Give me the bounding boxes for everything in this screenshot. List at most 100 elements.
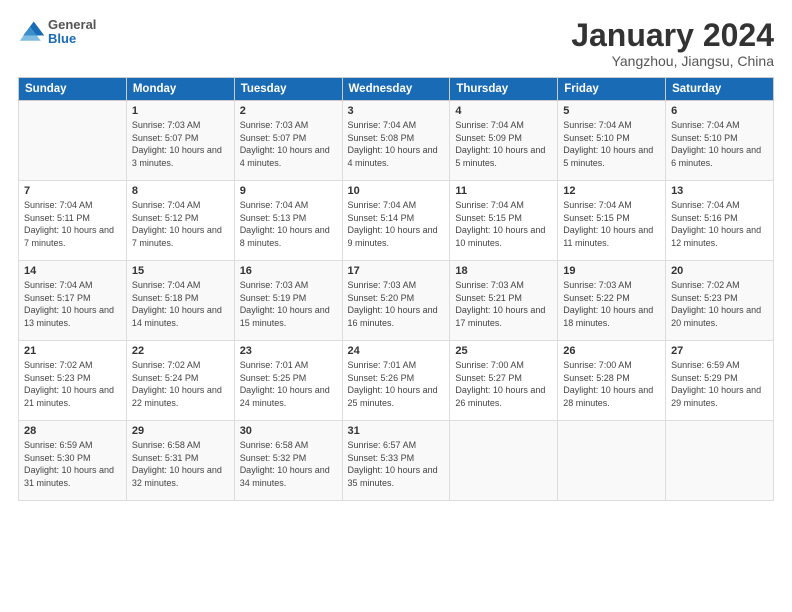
day-cell: 17 Sunrise: 7:03 AMSunset: 5:20 PMDayligh… [342,261,450,341]
week-row-4: 21 Sunrise: 7:02 AMSunset: 5:23 PMDayligh… [19,341,774,421]
day-cell: 2 Sunrise: 7:03 AMSunset: 5:07 PMDaylight… [234,101,342,181]
day-number: 22 [132,345,229,357]
day-cell: 27 Sunrise: 6:59 AMSunset: 5:29 PMDayligh… [666,341,774,421]
day-info: Sunrise: 7:00 AMSunset: 5:27 PMDaylight:… [455,359,552,409]
day-number: 24 [348,345,445,357]
calendar-header-row: SundayMondayTuesdayWednesdayThursdayFrid… [19,78,774,101]
day-number: 1 [132,105,229,117]
day-number: 16 [240,265,337,277]
month-title: January 2024 [571,18,774,53]
day-cell: 6Sunrise: 7:04 AMSunset: 5:10 PMDaylight… [666,101,774,181]
day-info: Sunrise: 7:04 AMSunset: 5:08 PMDaylight:… [348,119,445,169]
day-number: 9 [240,185,337,197]
day-cell: 22 Sunrise: 7:02 AMSunset: 5:24 PMDayligh… [126,341,234,421]
week-row-1: 1 Sunrise: 7:03 AMSunset: 5:07 PMDaylight… [19,101,774,181]
day-cell: 18 Sunrise: 7:03 AMSunset: 5:21 PMDayligh… [450,261,558,341]
day-cell: 3 Sunrise: 7:04 AMSunset: 5:08 PMDaylight… [342,101,450,181]
day-info: Sunrise: 7:01 AMSunset: 5:26 PMDaylight:… [348,359,445,409]
day-info: Sunrise: 6:58 AMSunset: 5:31 PMDaylight:… [132,439,229,489]
day-info: Sunrise: 7:01 AMSunset: 5:25 PMDaylight:… [240,359,337,409]
day-info: Sunrise: 7:03 AMSunset: 5:20 PMDaylight:… [348,279,445,329]
day-number: 7 [24,185,121,197]
day-info: Sunrise: 7:04 AMSunset: 5:10 PMDaylight:… [563,119,660,169]
day-cell: 30 Sunrise: 6:58 AMSunset: 5:32 PMDayligh… [234,421,342,501]
col-header-wednesday: Wednesday [342,78,450,101]
day-cell: 10Sunrise: 7:04 AMSunset: 5:14 PMDayligh… [342,181,450,261]
day-cell: 25 Sunrise: 7:00 AMSunset: 5:27 PMDayligh… [450,341,558,421]
day-info: Sunrise: 7:04 AMSunset: 5:09 PMDaylight:… [455,119,552,169]
page: General Blue January 2024 Yangzhou, Jian… [0,0,792,612]
day-number: 27 [671,345,768,357]
day-number: 15 [132,265,229,277]
day-number: 2 [240,105,337,117]
day-cell: 19 Sunrise: 7:03 AMSunset: 5:22 PMDayligh… [558,261,666,341]
day-number: 19 [563,265,660,277]
day-number: 23 [240,345,337,357]
day-cell: 28 Sunrise: 6:59 AMSunset: 5:30 PMDayligh… [19,421,127,501]
day-number: 3 [348,105,445,117]
col-header-tuesday: Tuesday [234,78,342,101]
day-cell: 24 Sunrise: 7:01 AMSunset: 5:26 PMDayligh… [342,341,450,421]
day-info: Sunrise: 7:02 AMSunset: 5:23 PMDaylight:… [671,279,768,329]
day-number: 13 [671,185,768,197]
day-info: Sunrise: 7:02 AMSunset: 5:24 PMDaylight:… [132,359,229,409]
week-row-5: 28 Sunrise: 6:59 AMSunset: 5:30 PMDayligh… [19,421,774,501]
day-cell: 16 Sunrise: 7:03 AMSunset: 5:19 PMDayligh… [234,261,342,341]
day-cell: 1 Sunrise: 7:03 AMSunset: 5:07 PMDaylight… [126,101,234,181]
day-number: 20 [671,265,768,277]
day-info: Sunrise: 6:59 AMSunset: 5:29 PMDaylight:… [671,359,768,409]
col-header-sunday: Sunday [19,78,127,101]
day-info: Sunrise: 7:03 AMSunset: 5:21 PMDaylight:… [455,279,552,329]
day-cell: 11 Sunrise: 7:04 AMSunset: 5:15 PMDayligh… [450,181,558,261]
day-number: 25 [455,345,552,357]
location: Yangzhou, Jiangsu, China [571,53,774,69]
day-number: 26 [563,345,660,357]
day-cell: 8Sunrise: 7:04 AMSunset: 5:12 PMDaylight… [126,181,234,261]
day-info: Sunrise: 7:03 AMSunset: 5:07 PMDaylight:… [240,119,337,169]
col-header-monday: Monday [126,78,234,101]
day-cell [558,421,666,501]
day-cell: 7Sunrise: 7:04 AMSunset: 5:11 PMDaylight… [19,181,127,261]
day-info: Sunrise: 7:04 AMSunset: 5:10 PMDaylight:… [671,119,768,169]
col-header-thursday: Thursday [450,78,558,101]
day-number: 11 [455,185,552,197]
day-info: Sunrise: 7:02 AMSunset: 5:23 PMDaylight:… [24,359,121,409]
logo-text: General Blue [48,18,96,47]
col-header-saturday: Saturday [666,78,774,101]
day-info: Sunrise: 6:59 AMSunset: 5:30 PMDaylight:… [24,439,121,489]
day-cell: 29 Sunrise: 6:58 AMSunset: 5:31 PMDayligh… [126,421,234,501]
day-info: Sunrise: 7:04 AMSunset: 5:15 PMDaylight:… [455,199,552,249]
week-row-3: 14Sunrise: 7:04 AMSunset: 5:17 PMDayligh… [19,261,774,341]
day-info: Sunrise: 7:04 AMSunset: 5:16 PMDaylight:… [671,199,768,249]
day-info: Sunrise: 7:04 AMSunset: 5:17 PMDaylight:… [24,279,121,329]
day-info: Sunrise: 7:00 AMSunset: 5:28 PMDaylight:… [563,359,660,409]
day-cell: 23 Sunrise: 7:01 AMSunset: 5:25 PMDayligh… [234,341,342,421]
day-number: 12 [563,185,660,197]
day-cell: 5Sunrise: 7:04 AMSunset: 5:10 PMDaylight… [558,101,666,181]
day-cell: 21 Sunrise: 7:02 AMSunset: 5:23 PMDayligh… [19,341,127,421]
day-info: Sunrise: 7:03 AMSunset: 5:07 PMDaylight:… [132,119,229,169]
title-block: January 2024 Yangzhou, Jiangsu, China [571,18,774,69]
logo-icon [18,18,46,46]
logo-blue-text: Blue [48,32,96,46]
day-number: 21 [24,345,121,357]
week-row-2: 7Sunrise: 7:04 AMSunset: 5:11 PMDaylight… [19,181,774,261]
day-cell: 26 Sunrise: 7:00 AMSunset: 5:28 PMDayligh… [558,341,666,421]
day-cell: 14Sunrise: 7:04 AMSunset: 5:17 PMDayligh… [19,261,127,341]
day-cell: 9 Sunrise: 7:04 AMSunset: 5:13 PMDaylight… [234,181,342,261]
day-info: Sunrise: 7:04 AMSunset: 5:13 PMDaylight:… [240,199,337,249]
day-number: 18 [455,265,552,277]
day-cell [450,421,558,501]
day-number: 28 [24,425,121,437]
day-info: Sunrise: 7:04 AMSunset: 5:14 PMDaylight:… [348,199,445,249]
day-cell [666,421,774,501]
day-info: Sunrise: 6:58 AMSunset: 5:32 PMDaylight:… [240,439,337,489]
col-header-friday: Friday [558,78,666,101]
day-number: 30 [240,425,337,437]
day-number: 8 [132,185,229,197]
day-info: Sunrise: 6:57 AMSunset: 5:33 PMDaylight:… [348,439,445,489]
day-info: Sunrise: 7:03 AMSunset: 5:22 PMDaylight:… [563,279,660,329]
day-number: 17 [348,265,445,277]
day-info: Sunrise: 7:03 AMSunset: 5:19 PMDaylight:… [240,279,337,329]
day-number: 29 [132,425,229,437]
